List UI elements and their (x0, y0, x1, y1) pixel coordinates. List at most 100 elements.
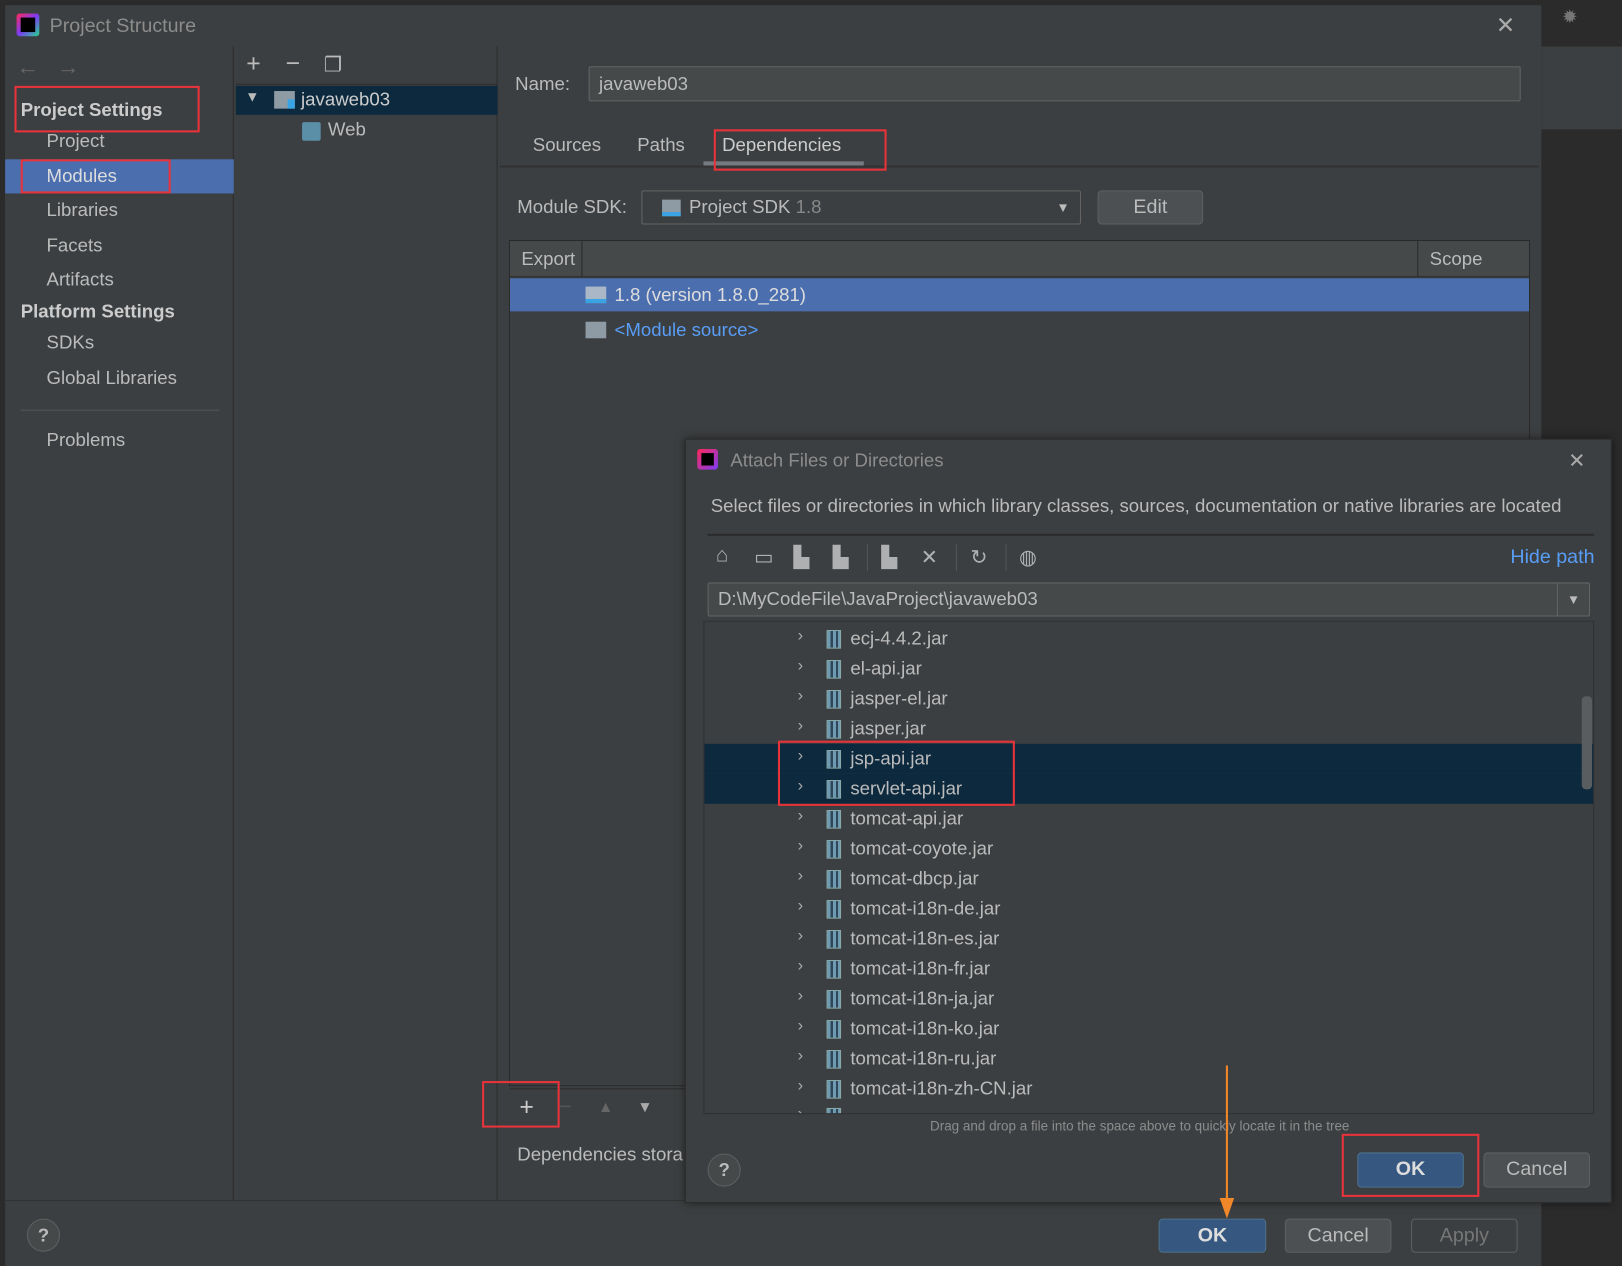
toolbar-separator (1005, 544, 1007, 572)
path-input[interactable]: D:\MyCodeFile\JavaProject\javaweb03 ▼ (707, 582, 1591, 617)
forward-icon[interactable]: → (57, 54, 80, 81)
chevron-right-icon[interactable]: › (798, 807, 804, 826)
sidebar-item-problems[interactable]: Problems (47, 429, 126, 451)
show-hidden-icon[interactable]: ◍ (1019, 544, 1037, 570)
chevron-right-icon[interactable]: › (798, 1047, 804, 1066)
debug-icon: ✹ (1562, 6, 1578, 27)
file-row[interactable]: › el-api.jar (704, 654, 1593, 684)
chevron-right-icon[interactable]: › (798, 1017, 804, 1036)
sidebar-item-libraries[interactable]: Libraries (47, 200, 118, 222)
window-title: Project Structure (49, 15, 197, 38)
help-button[interactable]: ? (26, 1218, 61, 1252)
cancel-button[interactable]: Cancel (1284, 1218, 1392, 1253)
file-row[interactable]: › tomcat-i18n-ko.jar (704, 1014, 1593, 1044)
dependencies-storage-label: Dependencies stora (517, 1144, 683, 1165)
file-row[interactable]: › ecj-4.4.2.jar (704, 624, 1593, 654)
edit-sdk-button[interactable]: Edit (1097, 190, 1204, 225)
project-folder-icon[interactable]: ▙ (793, 544, 809, 570)
file-row[interactable]: › tomcat-i18n-zh-CN.jar (704, 1074, 1593, 1104)
jar-icon (826, 720, 842, 739)
file-name: tomcat-i18n-ru.jar (850, 1047, 997, 1069)
sidebar-item-global-libraries[interactable]: Global Libraries (47, 367, 177, 389)
dialog-close-icon[interactable]: ✕ (1568, 448, 1585, 474)
add-icon[interactable]: + (246, 50, 260, 79)
remove-icon[interactable]: − (286, 50, 300, 79)
apply-button[interactable]: Apply (1411, 1218, 1518, 1253)
file-row[interactable]: › tomcat-i18n-ja.jar (704, 984, 1593, 1014)
delete-icon[interactable]: ✕ (921, 544, 938, 570)
sidebar-item-artifacts[interactable]: Artifacts (47, 269, 114, 291)
sidebar (5, 46, 234, 1201)
chevron-right-icon[interactable]: › (798, 837, 804, 856)
file-row[interactable]: › tomcat-coyote.jar (704, 834, 1593, 864)
chevron-right-icon[interactable]: › (798, 1077, 804, 1096)
dialog-hint: Drag and drop a file into the space abov… (930, 1118, 1350, 1134)
file-name: tomcat-i18n-es.jar (850, 927, 1000, 949)
dialog-cancel-button[interactable]: Cancel (1483, 1152, 1591, 1188)
sidebar-item-sdks[interactable]: SDKs (47, 332, 95, 354)
highlight-project-settings (14, 85, 200, 133)
module-source-link[interactable]: <Module source> (614, 320, 758, 342)
folder-icon (585, 321, 607, 339)
file-row[interactable]: › jasper.jar (704, 714, 1593, 744)
chevron-right-icon[interactable]: › (798, 987, 804, 1006)
tab-paths[interactable]: Paths (637, 134, 685, 156)
file-row[interactable]: › tomcat-api.jar (704, 804, 1593, 834)
home-icon[interactable]: ⌂ (716, 544, 729, 568)
new-folder-icon[interactable]: ▙ (881, 544, 897, 570)
table-header (510, 241, 1529, 278)
close-icon[interactable]: ✕ (1496, 12, 1515, 39)
sidebar-item-facets[interactable]: Facets (47, 235, 103, 257)
sidebar-item-project[interactable]: Project (47, 130, 105, 152)
file-row[interactable]: › tomcat-i18n-es.jar (704, 924, 1593, 954)
chevron-right-icon[interactable]: › (798, 867, 804, 886)
tab-sources[interactable]: Sources (533, 134, 601, 156)
refresh-icon[interactable]: ↻ (970, 544, 987, 570)
chevron-right-icon[interactable]: › (798, 687, 804, 706)
copy-icon[interactable]: ❐ (324, 52, 343, 78)
file-row[interactable]: › jasper-el.jar (704, 684, 1593, 714)
desktop-icon[interactable]: ▭ (754, 544, 774, 570)
chevron-right-icon[interactable]: › (798, 627, 804, 646)
back-icon[interactable]: ← (17, 54, 40, 81)
chevron-down-icon[interactable]: ▼ (245, 88, 259, 105)
file-name: el-api.jar (850, 657, 922, 679)
file-row-partial[interactable]: › (704, 1102, 1593, 1114)
col-scope[interactable]: Scope (1430, 248, 1483, 270)
jar-icon (826, 1080, 842, 1099)
file-row[interactable]: › tomcat-dbcp.jar (704, 864, 1593, 894)
chevron-right-icon[interactable]: › (798, 717, 804, 736)
move-down-icon[interactable]: ▼ (637, 1099, 652, 1117)
tree-item-web[interactable]: Web (328, 119, 366, 141)
highlight-dependencies-tab (713, 129, 887, 171)
jar-icon (826, 810, 842, 829)
file-name: tomcat-i18n-fr.jar (850, 957, 991, 979)
file-tree[interactable]: › ecj-4.4.2.jar › el-api.jar › jasper-el.jar ›… (703, 620, 1595, 1115)
col-divider (581, 241, 583, 278)
move-up-icon[interactable]: ▲ (598, 1099, 613, 1117)
chevron-right-icon[interactable]: › (798, 927, 804, 946)
chevron-right-icon[interactable]: › (798, 957, 804, 976)
file-name: jasper-el.jar (850, 687, 948, 709)
module-folder-icon[interactable]: ▙ (833, 544, 849, 570)
path-dropdown-button[interactable]: ▼ (1556, 583, 1589, 616)
ok-button[interactable]: OK (1158, 1218, 1267, 1253)
module-folder-icon (274, 91, 295, 109)
section-platform-settings: Platform Settings (20, 301, 175, 322)
chevron-right-icon[interactable]: › (798, 657, 804, 676)
file-row[interactable]: › tomcat-i18n-fr.jar (704, 954, 1593, 984)
remove-dependency-icon[interactable]: − (559, 1093, 572, 1120)
chevron-right-icon[interactable]: › (798, 897, 804, 916)
name-input[interactable]: javaweb03 (588, 66, 1521, 102)
file-row[interactable]: › tomcat-i18n-ru.jar (704, 1044, 1593, 1074)
scrollbar-thumb[interactable] (1581, 696, 1593, 790)
dialog-help-button[interactable]: ? (707, 1153, 741, 1187)
file-row[interactable]: › tomcat-i18n-de.jar (704, 894, 1593, 924)
jar-icon (826, 840, 842, 859)
hide-path-link[interactable]: Hide path (1510, 546, 1594, 569)
file-name: ecj-4.4.2.jar (850, 627, 948, 649)
col-export[interactable]: Export (521, 248, 575, 270)
toolbar-separator (955, 544, 957, 572)
module-sdk-select[interactable]: Project SDK 1.8 ▼ (641, 190, 1082, 225)
tree-item-javaweb03-label: javaweb03 (301, 88, 391, 110)
